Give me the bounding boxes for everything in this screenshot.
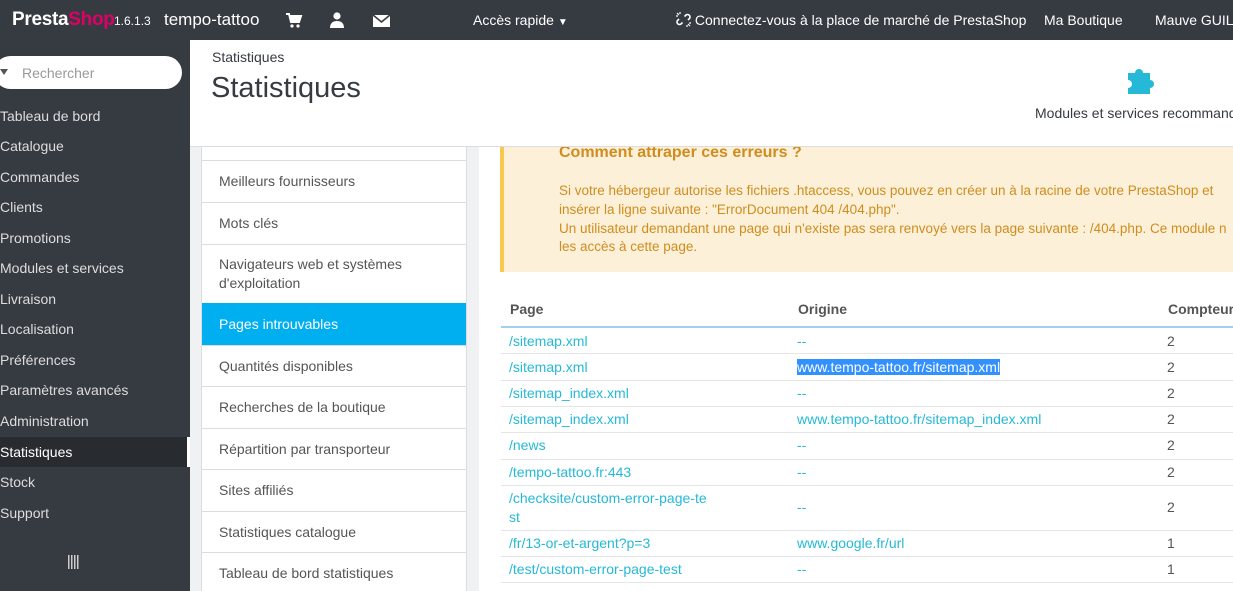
column-header-counter[interactable]: Compteur	[1168, 301, 1233, 317]
stats-item-catalog-statistics[interactable]: Statistiques catalogue	[202, 511, 466, 552]
table-row: /news -- 2	[501, 433, 1233, 460]
counter-value: 1	[1167, 561, 1175, 577]
origin-link[interactable]: www.tempo-tattoo.fr/sitemap.xml	[797, 358, 1001, 377]
stats-item-stock-quantities[interactable]: Quantités disponibles	[202, 345, 466, 386]
quick-access-dropdown[interactable]: Accès rapide ▼	[473, 12, 568, 28]
user-icon[interactable]	[328, 11, 346, 29]
stats-item-affiliated-sites[interactable]: Sites affiliés	[202, 469, 466, 511]
table-row: /tempo-tattoo.fr:443 -- 2	[501, 460, 1233, 486]
table-row: /test/custom-error-page-test -- 1	[501, 557, 1233, 583]
selected-text: www.tempo-tattoo.fr/sitemap.xml	[797, 359, 1001, 375]
origin-link[interactable]: --	[797, 436, 806, 455]
warning-alert: Comment attraper ces erreurs ? Si votre …	[500, 147, 1233, 272]
content-panel: Comment attraper ces erreurs ? Si votre …	[479, 147, 1233, 591]
page-link[interactable]: /tempo-tattoo.fr:443	[509, 463, 631, 482]
stats-item-shop-searches[interactable]: Recherches de la boutique	[202, 386, 466, 428]
prestashop-logo[interactable]: PrestaShop	[12, 9, 115, 31]
marketplace-link[interactable]: Connectez-vous à la place de marché de P…	[676, 12, 1026, 28]
search-filter-caret-icon[interactable]	[0, 69, 8, 75]
origin-link[interactable]: www.google.fr/url	[797, 534, 904, 553]
counter-value: 2	[1167, 333, 1175, 349]
sidebar-item-localization[interactable]: Localisation	[0, 314, 190, 344]
page-header: Statistiques Statistiques Modules et ser…	[190, 40, 1233, 147]
page-link[interactable]: /checksite/custom-error-page-test	[509, 489, 709, 527]
alert-text-line: Si votre hébergeur autorise les fichiers…	[559, 183, 1214, 198]
column-header-page[interactable]: Page	[510, 301, 543, 317]
page-link[interactable]: /news	[509, 436, 546, 455]
recommended-modules-button[interactable]: Modules et services recommandés	[1035, 105, 1233, 121]
stats-item-stats-dashboard[interactable]: Tableau de bord statistiques	[202, 552, 466, 591]
sidebar-item-dashboard[interactable]: Tableau de bord	[0, 101, 190, 131]
origin-link[interactable]: --	[797, 560, 806, 579]
sidebar-item-customers[interactable]: Clients	[0, 192, 190, 222]
alert-text-line: insérer la ligne suivante : "ErrorDocume…	[559, 202, 900, 217]
origin-link[interactable]: --	[797, 463, 806, 482]
counter-value: 2	[1167, 464, 1175, 480]
stats-item-best-suppliers[interactable]: Meilleurs fournisseurs	[202, 160, 466, 202]
page-title: Statistiques	[211, 72, 361, 104]
table-row: /sitemap_index.xml www.tempo-tattoo.fr/s…	[501, 407, 1233, 433]
counter-value: 1	[1167, 535, 1175, 551]
stats-item-carrier-distribution[interactable]: Répartition par transporteur	[202, 428, 466, 469]
top-navbar: PrestaShop 1.6.1.3 tempo-tattoo Accès ra…	[0, 0, 1233, 40]
stats-module-list: Meilleurs fournisseurs Mots clés Navigat…	[201, 147, 467, 591]
cart-icon[interactable]	[285, 11, 303, 29]
alert-text-line: les accès à cette page.	[559, 239, 698, 254]
my-shop-link[interactable]: Ma Boutique	[1044, 12, 1123, 28]
sidebar-item-promotions[interactable]: Promotions	[0, 223, 190, 253]
sidebar-item-shipping[interactable]: Livraison	[0, 284, 190, 314]
envelope-icon[interactable]	[372, 11, 391, 29]
sidebar-item-statistics[interactable]: Statistiques	[0, 437, 190, 467]
table-row: /sitemap.xml -- 2	[501, 328, 1233, 354]
table-row: /sitemap.xml www.tempo-tattoo.fr/sitemap…	[501, 354, 1233, 381]
counter-value: 2	[1167, 437, 1175, 453]
origin-link[interactable]: --	[797, 498, 806, 517]
breadcrumb[interactable]: Statistiques	[212, 49, 284, 65]
counter-value: 2	[1167, 385, 1175, 401]
sidebar-item-administration[interactable]: Administration	[0, 406, 190, 436]
search-input[interactable]	[22, 63, 172, 83]
sidebar-item-orders[interactable]: Commandes	[0, 162, 190, 192]
counter-value: 2	[1167, 359, 1175, 375]
counter-value: 2	[1167, 411, 1175, 427]
sidebar-item-preferences[interactable]: Préférences	[0, 345, 190, 375]
origin-link[interactable]: --	[797, 384, 806, 403]
sidebar-item-catalog[interactable]: Catalogue	[0, 131, 190, 161]
unlink-icon	[676, 12, 691, 27]
column-header-origin[interactable]: Origine	[798, 301, 847, 317]
alert-title: Comment attraper ces erreurs ?	[559, 147, 802, 161]
page-link[interactable]: /sitemap_index.xml	[509, 410, 629, 429]
page-link[interactable]: /fr/13-or-et-argent?p=3	[509, 534, 650, 553]
stats-item-browsers-os[interactable]: Navigateurs web et systèmes d'exploitati…	[202, 244, 466, 303]
puzzle-icon[interactable]	[1126, 64, 1158, 94]
page-link[interactable]: /sitemap.xml	[509, 358, 588, 377]
page-link[interactable]: /sitemap.xml	[509, 332, 588, 351]
user-menu[interactable]: Mauve GUILLON	[1155, 12, 1233, 28]
sidebar-item-stock[interactable]: Stock	[0, 467, 190, 497]
table-row: /fr/13-or-et-argent?p=3 www.google.fr/ur…	[501, 531, 1233, 557]
search-box	[0, 56, 182, 89]
counter-value: 2	[1167, 499, 1175, 515]
sidebar: Tableau de bord Catalogue Commandes Clie…	[0, 40, 190, 591]
shop-name-link[interactable]: tempo-tattoo	[164, 10, 259, 30]
page-link[interactable]: /sitemap_index.xml	[509, 384, 629, 403]
version-number: 1.6.1.3	[114, 14, 151, 28]
table-row: /sitemap_index.xml -- 2	[501, 381, 1233, 407]
sidebar-item-advanced-parameters[interactable]: Paramètres avancés	[0, 375, 190, 405]
stats-item-pages-not-found[interactable]: Pages introuvables	[202, 303, 466, 345]
table-row: /checksite/custom-error-page-test -- 2	[501, 486, 1233, 531]
sidebar-item-modules[interactable]: Modules et services	[0, 253, 190, 283]
origin-link[interactable]: --	[797, 332, 806, 351]
caret-down-icon: ▼	[557, 17, 568, 28]
page-link[interactable]: /test/custom-error-page-test	[509, 560, 682, 579]
origin-link[interactable]: www.tempo-tattoo.fr/sitemap_index.xml	[797, 410, 1041, 429]
stats-item-keywords[interactable]: Mots clés	[202, 202, 466, 244]
collapse-menu-icon[interactable]	[68, 555, 80, 569]
sidebar-item-support[interactable]: Support	[0, 498, 190, 528]
alert-text-line: Un utilisateur demandant une page qui n'…	[559, 221, 1227, 236]
